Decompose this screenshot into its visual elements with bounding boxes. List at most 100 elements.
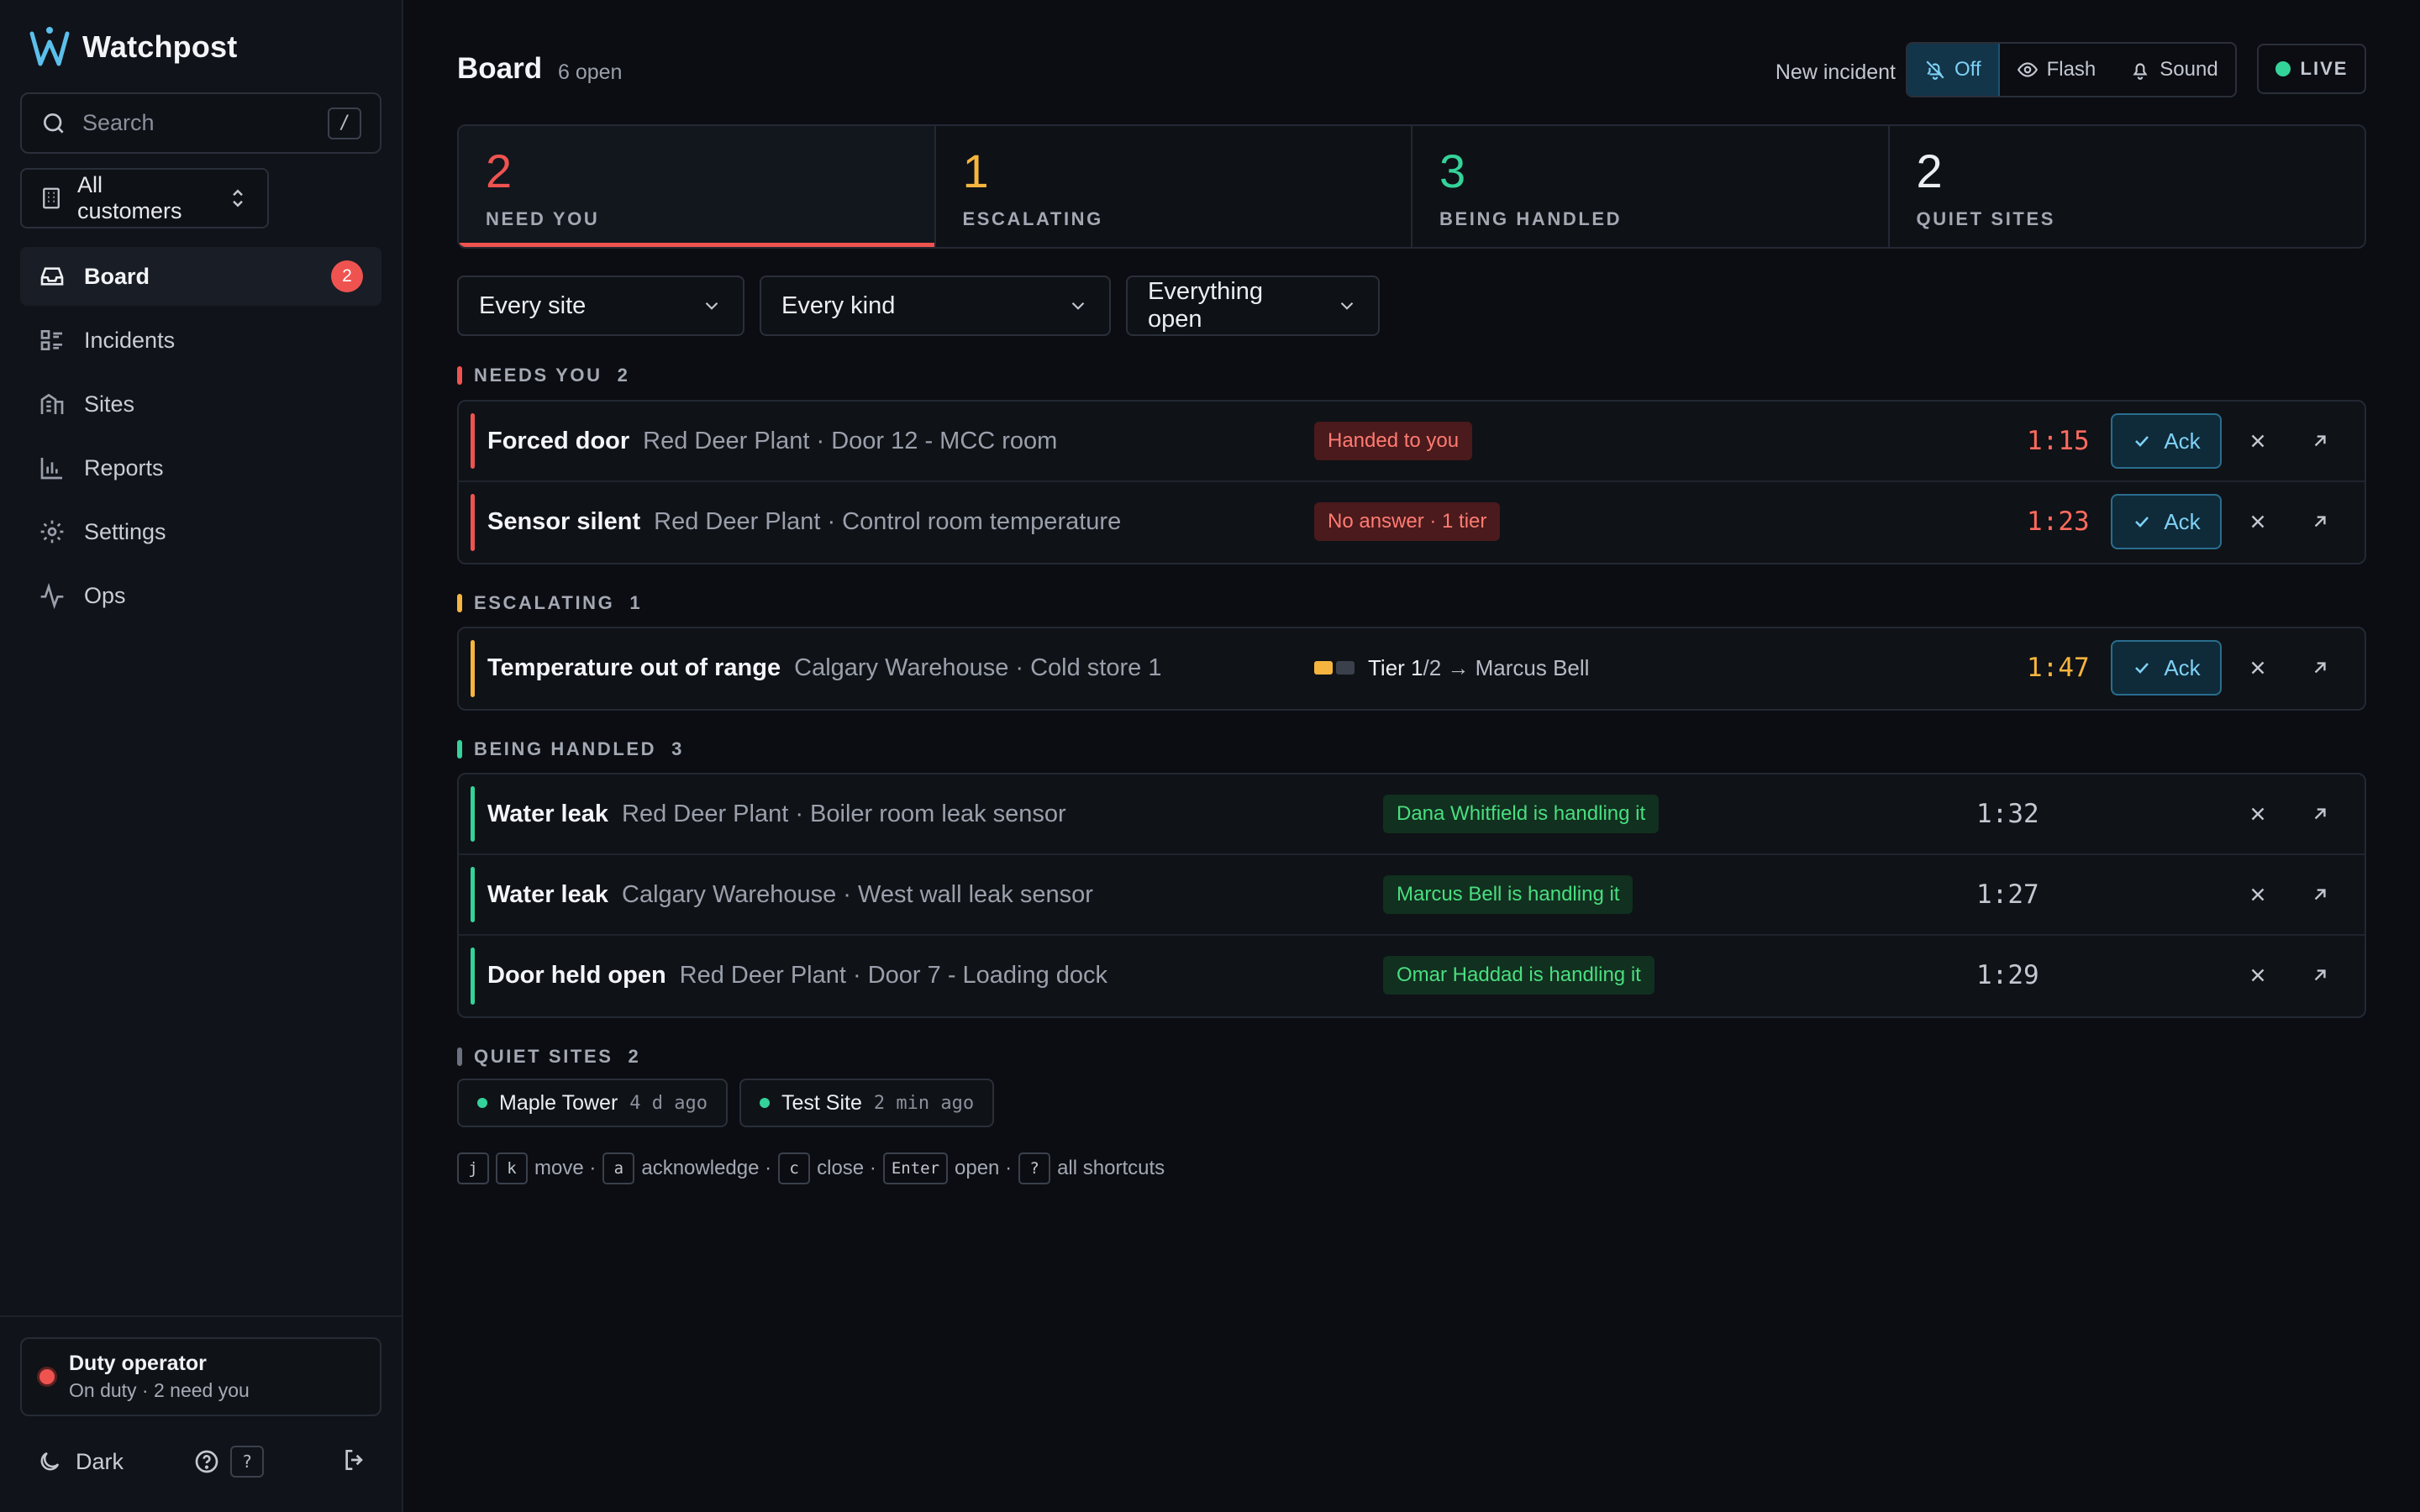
logout-button[interactable] [341,1446,368,1478]
nav-item-board[interactable]: Board 2 [20,247,381,306]
ack-label: Ack [2164,508,2201,534]
incident-row[interactable]: Sensor silent Red Deer Plant · Control r… [459,482,2365,563]
customer-selector[interactable]: All customers [20,168,269,228]
summary-stats: 2 NEED YOU 1 ESCALATING 3 BEING HANDLED … [457,124,2366,249]
stat-quiet-sites[interactable]: 2 QUIET SITES [1890,126,2365,247]
search-input[interactable]: Search / [20,92,381,154]
ack-button[interactable]: Ack [2111,413,2222,469]
nav-item-sites[interactable]: Sites [20,375,381,433]
shortcut-label: acknowledge · [641,1157,772,1179]
open-incident-button[interactable] [2306,961,2334,990]
close-incident-button[interactable] [2244,507,2272,536]
moon-icon [40,1452,60,1471]
notify-label: New incident [1775,60,1896,84]
close-icon [2251,807,2265,821]
site-status-dot [760,1098,770,1108]
arrow-up-right-icon [2314,662,2326,674]
notify-sound-button[interactable]: Sound [2112,44,2234,96]
nav-item-ops[interactable]: Ops [20,566,381,625]
close-incident-button[interactable] [2244,800,2272,828]
section-color-bar [457,1047,462,1066]
status-filter-select[interactable]: Everything open [1126,276,1380,336]
brand[interactable]: Watchpost [29,25,237,69]
search-placeholder: Search [82,110,155,135]
incident-location: Red Deer Plant · Control room temperatur… [654,507,1122,535]
close-incident-button[interactable] [2244,880,2272,909]
duty-status-dot [37,1367,57,1387]
nav-item-incidents[interactable]: Incidents [20,311,381,370]
quiet-site-chip[interactable]: Maple Tower 4 d ago [457,1079,728,1127]
stat-escalating[interactable]: 1 ESCALATING [936,126,1413,247]
close-icon [2251,969,2265,982]
site-filter-select[interactable]: Every site [457,276,744,336]
stat-value: 2 [1916,144,1943,197]
ack-button[interactable]: Ack [2111,640,2222,696]
incident-row[interactable]: Forced door Red Deer Plant · Door 12 - M… [459,402,2365,482]
theme-toggle[interactable]: Dark [20,1449,124,1475]
notify-sound-label: Sound [2160,58,2218,81]
section-title: QUIET SITES [474,1046,613,1067]
incident-title: Sensor silent Red Deer Plant · Control r… [487,482,1121,561]
incident-timer: 1:15 [2027,426,2090,456]
section-count: 1 [629,592,640,613]
page-header: Board 6 open New incident Off Flash Soun… [457,42,2366,101]
section-color-bar [457,740,462,759]
stat-being-handled[interactable]: 3 BEING HANDLED [1413,126,1890,247]
section-color-bar [457,366,462,385]
open-incident-button[interactable] [2306,880,2334,909]
tier-block [1336,661,1355,675]
notify-flash-button[interactable]: Flash [2000,44,2113,96]
help-button[interactable]: ? [193,1446,264,1478]
quiet-sites-list: Maple Tower 4 d ago Test Site 2 min ago [457,1079,995,1127]
nav-label: Sites [84,391,135,417]
live-indicator[interactable]: LIVE [2257,44,2366,94]
tier-next: /2 → Marcus Bell [1423,654,1590,680]
close-icon [2251,888,2265,901]
shortcut-key: c [778,1152,811,1184]
watchpost-logo-icon [29,27,70,66]
incident-row[interactable]: Water leak Calgary Warehouse · West wall… [459,855,2365,936]
filter-bar: Every site Every kind Everything open [457,276,1380,336]
kind-filter-select[interactable]: Every kind [760,276,1111,336]
nav-item-reports[interactable]: Reports [20,438,381,497]
tier-progress [1314,661,1355,675]
incident-kind: Temperature out of range [487,654,781,681]
shortcut-key: a [602,1152,635,1184]
incident-title: Door held open Red Deer Plant · Door 7 -… [487,936,1107,1015]
duty-operator-card[interactable]: Duty operator On duty · 2 need you [20,1337,381,1416]
close-incident-button[interactable] [2244,654,2272,682]
incident-row[interactable]: Door held open Red Deer Plant · Door 7 -… [459,936,2365,1016]
incident-timer: 1:47 [2027,653,2090,683]
incident-row[interactable]: Temperature out of range Calgary Warehou… [459,628,2365,709]
notify-off-button[interactable]: Off [1907,44,2000,96]
open-incident-button[interactable] [2306,800,2334,828]
incident-row[interactable]: Water leak Red Deer Plant · Boiler room … [459,774,2365,855]
site-status-dot [477,1098,487,1108]
search-shortcut-key: / [328,107,361,139]
incident-timer: 1:29 [1976,960,2039,990]
search-icon [44,113,64,134]
notify-flash-label: Flash [2046,58,2096,81]
open-incident-button[interactable] [2306,654,2334,682]
quiet-site-chip[interactable]: Test Site 2 min ago [739,1079,995,1127]
open-incident-button[interactable] [2306,427,2334,455]
incident-title: Temperature out of range Calgary Warehou… [487,628,1161,707]
incident-kind: Water leak [487,800,608,827]
stat-need-you[interactable]: 2 NEED YOU [459,126,936,247]
incident-timer: 1:32 [1976,799,2039,829]
shortcut-key: ? [1018,1152,1051,1184]
check-icon [2135,436,2149,447]
nav-item-settings[interactable]: Settings [20,502,381,561]
site-last-seen: 2 min ago [873,1092,975,1114]
open-incident-button[interactable] [2306,507,2334,536]
incident-status: Handed to you [1314,402,1473,480]
row-accent [471,494,475,551]
ack-button[interactable]: Ack [2111,494,2222,549]
close-incident-button[interactable] [2244,427,2272,455]
incident-title: Water leak Red Deer Plant · Boiler room … [487,774,1066,853]
customer-selector-label: All customers [77,172,182,223]
kind-filter-value: Every kind [781,291,896,319]
close-incident-button[interactable] [2244,961,2272,990]
notify-off-label: Off [1954,58,1981,81]
section-header-being-handled: BEING HANDLED 3 [457,737,681,762]
